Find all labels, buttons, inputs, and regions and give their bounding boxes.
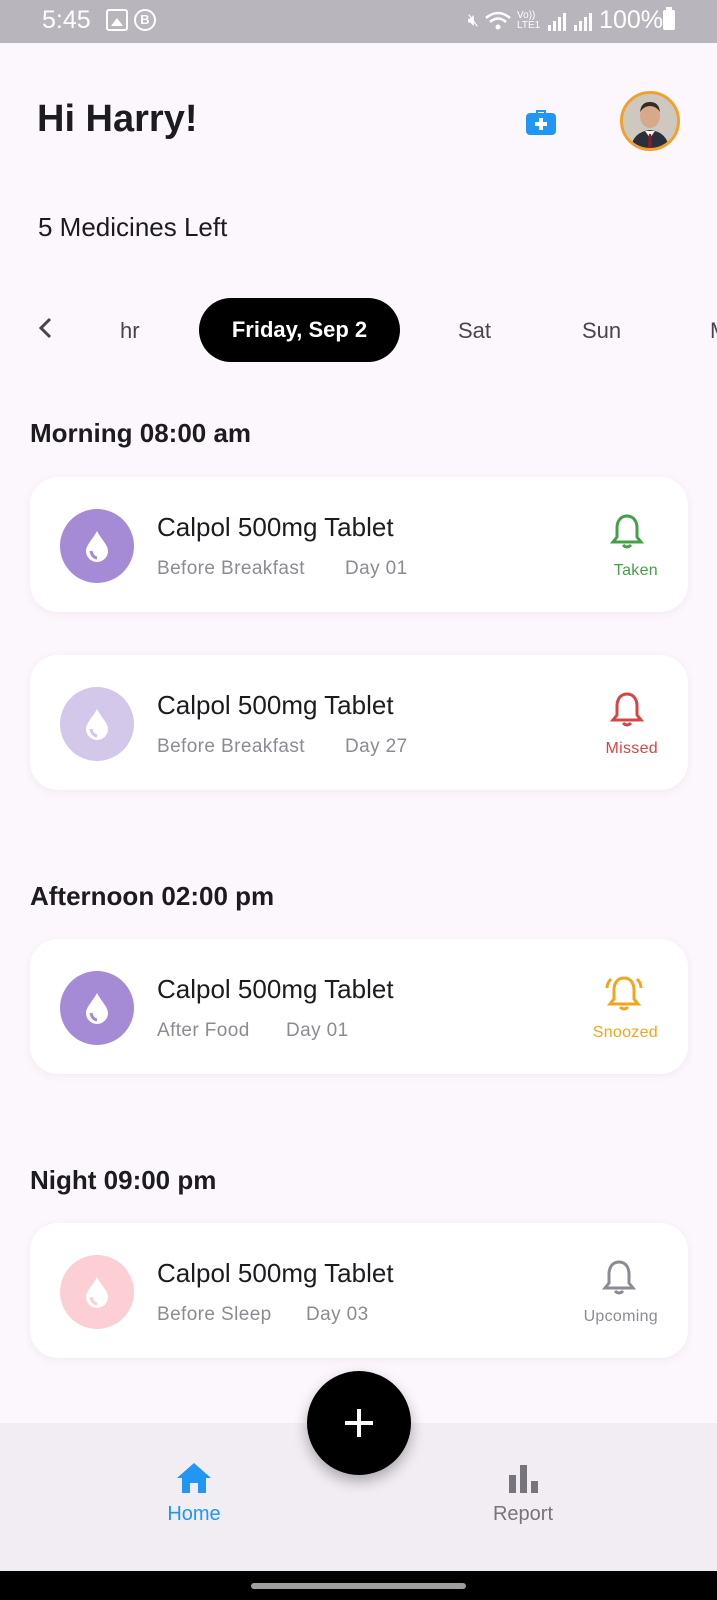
water-drop-icon [86, 531, 108, 562]
pill-avatar [60, 687, 134, 761]
date-item-selected[interactable]: Friday, Sep 2 [199, 298, 400, 362]
bar-chart-icon [509, 1465, 538, 1493]
status-upcoming[interactable]: Upcoming [548, 1258, 658, 1328]
section-title-afternoon: Afternoon 02:00 pm [30, 881, 275, 911]
status-label: Missed [605, 740, 658, 757]
section-title-morning: Morning 08:00 am [30, 418, 252, 448]
system-navigation-bar [0, 1571, 717, 1600]
nav-home-label: Home [167, 1503, 221, 1525]
signal-icon-2 [574, 12, 593, 31]
nav-report[interactable]: Report [463, 1461, 583, 1526]
medicine-name: Calpol 500mg Tablet [157, 1258, 394, 1288]
medicine-name: Calpol 500mg Tablet [157, 974, 394, 1004]
water-drop-icon [86, 709, 108, 740]
status-label: Snoozed [592, 1024, 658, 1041]
battery-icon [663, 7, 675, 30]
medicine-day: Day 27 [345, 736, 408, 757]
bell-icon [602, 1260, 636, 1295]
medicine-timing: Before Breakfast [157, 736, 305, 757]
status-bar: 5:45 B 🔇︎ Vo)) LTE1 100% [0, 0, 717, 43]
notification-icons: B [106, 9, 156, 31]
medicine-timing: Before Sleep [157, 1304, 272, 1325]
nav-report-label: Report [492, 1503, 554, 1525]
pill-avatar [60, 971, 134, 1045]
plus-icon [345, 1409, 373, 1437]
medicine-name: Calpol 500mg Tablet [157, 512, 394, 542]
pill-avatar [60, 1255, 134, 1329]
status-label: Upcoming [583, 1308, 658, 1325]
medicine-card[interactable]: Calpol 500mg Tablet Before Breakfast Day… [30, 477, 688, 612]
medicines-left: 5 Medicines Left [38, 212, 228, 242]
medicine-name: Calpol 500mg Tablet [157, 690, 394, 720]
medicine-timing: After Food [157, 1020, 250, 1041]
mute-icon: 🔇︎ [467, 10, 480, 30]
medicine-day: Day 03 [306, 1304, 369, 1325]
chevron-left-icon[interactable] [34, 316, 58, 340]
water-drop-icon [86, 993, 108, 1024]
date-item-mon[interactable]: M [710, 318, 717, 344]
status-taken[interactable]: Taken [548, 512, 658, 582]
signal-icon [548, 12, 567, 31]
medicine-day: Day 01 [286, 1020, 349, 1041]
date-item-thu[interactable]: hr [120, 318, 140, 344]
medicine-day: Day 01 [345, 558, 408, 579]
date-item-sat[interactable]: Sat [458, 318, 491, 344]
bell-icon [610, 692, 644, 727]
wifi-icon [485, 11, 511, 29]
image-notification-icon [106, 9, 128, 31]
medicine-card[interactable]: Calpol 500mg Tablet Before Sleep Day 03 … [30, 1223, 688, 1358]
date-strip: hr Friday, Sep 2 Sat Sun M [0, 298, 717, 362]
water-drop-icon [86, 1277, 108, 1308]
nav-home[interactable]: Home [134, 1461, 254, 1526]
medicine-card[interactable]: Calpol 500mg Tablet Before Breakfast Day… [30, 655, 688, 790]
status-missed[interactable]: Missed [548, 690, 658, 760]
status-label: Taken [613, 562, 658, 579]
first-aid-kit-icon[interactable] [525, 104, 557, 136]
status-time: 5:45 [42, 6, 91, 34]
medicine-timing: Before Breakfast [157, 558, 305, 579]
avatar[interactable] [620, 91, 680, 151]
home-icon [177, 1463, 211, 1493]
home-indicator[interactable] [251, 1583, 466, 1589]
date-item-sun[interactable]: Sun [582, 318, 621, 344]
network-label: Vo)) LTE1 [517, 9, 541, 31]
add-medicine-button[interactable] [307, 1371, 411, 1475]
status-snoozed[interactable]: Snoozed [548, 974, 658, 1044]
bell-icon [610, 514, 644, 549]
status-right: 🔇︎ Vo)) LTE1 100% [468, 6, 663, 35]
section-title-night: Night 09:00 pm [30, 1165, 217, 1195]
pill-avatar [60, 509, 134, 583]
greeting-title: Hi Harry! [37, 98, 198, 140]
b-notification-icon: B [134, 9, 156, 31]
bell-ring-icon [605, 976, 643, 1011]
battery-percent: 100% [599, 6, 663, 34]
medicine-card[interactable]: Calpol 500mg Tablet After Food Day 01 Sn… [30, 939, 688, 1074]
